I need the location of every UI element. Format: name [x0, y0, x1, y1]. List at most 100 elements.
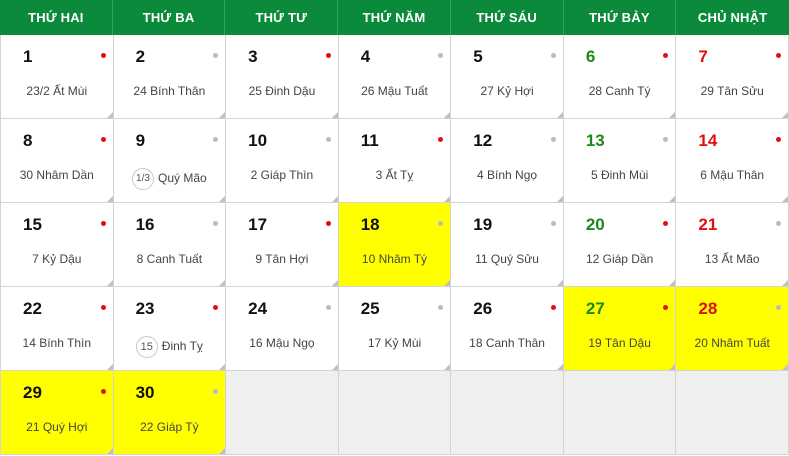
day-cell[interactable]: 13 5 Đinh Mùi	[563, 119, 677, 203]
day-dot-icon	[438, 53, 444, 58]
day-dot-icon	[775, 221, 781, 226]
day-cell[interactable]: 16 8 Canh Tuất	[113, 203, 227, 287]
lunar-date: 17 Kỷ Mùi	[339, 336, 451, 350]
day-cell[interactable]: 6 28 Canh Tý	[563, 35, 677, 119]
solar-date: 2	[135, 47, 146, 66]
good-day-dot-icon	[550, 305, 556, 310]
weekday-thursday: THỨ NĂM	[338, 0, 451, 35]
weekday-saturday: THỨ BẢY	[564, 0, 677, 35]
solar-date: 20	[585, 215, 605, 234]
good-day-dot-icon	[100, 305, 106, 310]
day-cell[interactable]: 3 25 Đinh Dậu	[226, 35, 339, 119]
solar-date: 7	[698, 47, 708, 66]
day-cell[interactable]: 24 16 Mậu Ngọ	[226, 287, 339, 371]
corner-fold-icon	[556, 364, 563, 370]
solar-date: 21	[698, 215, 718, 234]
solar-date: 24	[248, 299, 268, 318]
month-calendar: THỨ HAI THỨ BA THỨ TƯ THỨ NĂM THỨ SÁU TH…	[0, 0, 789, 456]
day-cell[interactable]: 17 9 Tân Hợi	[226, 203, 339, 287]
day-cell[interactable]: 26 18 Canh Thân	[451, 287, 564, 371]
day-cell[interactable]: 12 4 Bính Ngọ	[451, 119, 564, 203]
lunar-date-text: 7 Kỷ Dậu	[32, 252, 82, 266]
lunar-date-text: 4 Bính Ngọ	[477, 168, 538, 182]
lunar-date-text: 9 Tân Hợi	[255, 252, 309, 266]
lunar-date-text: 28 Canh Tý	[588, 84, 651, 98]
day-cell[interactable]: 9 1/3 Quý Mão	[113, 119, 227, 203]
solar-date: 5	[473, 47, 483, 66]
lunar-date-text: 3 Ất Tỵ	[375, 168, 414, 182]
day-cell[interactable]: 30 22 Giáp Tý	[113, 371, 227, 455]
solar-date: 30	[135, 383, 155, 402]
day-cell[interactable]: 14 6 Mậu Thân	[676, 119, 789, 203]
lunar-date-text: 13 Ất Mão	[704, 252, 760, 266]
lunar-date: 8 Canh Tuất	[114, 252, 226, 266]
day-cell[interactable]: 5 27 Kỷ Hợi	[451, 35, 564, 119]
lunar-date: 20 Nhâm Tuất	[676, 336, 788, 350]
day-dot-icon	[213, 137, 219, 142]
lunar-date: 28 Canh Tý	[564, 84, 676, 98]
lunar-date: 4 Bính Ngọ	[451, 168, 563, 182]
day-cell[interactable]: 2 24 Bính Thân	[113, 35, 227, 119]
corner-fold-icon	[444, 112, 451, 118]
day-cell[interactable]: 1 23/2 Ất Mùi	[1, 35, 114, 119]
day-cell[interactable]: 28 20 Nhâm Tuất	[676, 287, 789, 371]
corner-fold-icon	[219, 364, 226, 370]
solar-date: 4	[360, 47, 371, 66]
day-grid: 1 23/2 Ất Mùi 2 24 Bính Thân 3 25 Đinh Dậu 4 26…	[0, 35, 789, 455]
good-day-dot-icon	[775, 53, 781, 58]
good-day-dot-icon	[663, 221, 669, 226]
lunar-date-text: 22 Giáp Tý	[140, 420, 199, 434]
corner-fold-icon	[219, 196, 226, 202]
corner-fold-icon	[669, 196, 676, 202]
day-cell[interactable]: 22 14 Bính Thìn	[1, 287, 114, 371]
lunar-date-text: 6 Mậu Thân	[700, 168, 765, 182]
corner-fold-icon	[556, 112, 563, 118]
weekday-friday: THỨ SÁU	[451, 0, 564, 35]
good-day-dot-icon	[438, 137, 444, 142]
good-day-dot-icon	[100, 389, 106, 394]
lunar-month-start-badge: 15	[135, 336, 158, 358]
day-cell[interactable]: 15 7 Kỷ Dậu	[1, 203, 114, 287]
lunar-date: 9 Tân Hợi	[226, 252, 338, 266]
day-cell[interactable]: 18 10 Nhâm Tý	[338, 203, 452, 287]
empty-day-cell	[226, 371, 339, 455]
day-cell[interactable]: 29 21 Quý Hợi	[1, 371, 114, 455]
day-cell[interactable]: 8 30 Nhâm Dần	[1, 119, 114, 203]
lunar-date: 6 Mậu Thân	[676, 168, 788, 182]
lunar-date-text: Quý Mão	[158, 171, 207, 186]
day-cell[interactable]: 21 13 Ất Mão	[676, 203, 789, 287]
lunar-date-text: 2 Giáp Thìn	[250, 168, 314, 182]
lunar-date: 18 Canh Thân	[451, 336, 563, 350]
corner-fold-icon	[331, 280, 338, 286]
lunar-date-text: 19 Tân Dậu	[588, 336, 651, 350]
day-cell[interactable]: 23 15 Đinh Tỵ	[113, 287, 227, 371]
solar-date: 27	[585, 299, 605, 318]
day-cell[interactable]: 4 26 Mậu Tuất	[338, 35, 452, 119]
lunar-date-text: 24 Bính Thân	[133, 84, 206, 98]
lunar-date: 29 Tân Sửu	[676, 84, 788, 98]
solar-date: 22	[23, 299, 42, 318]
empty-day-cell	[563, 371, 677, 455]
corner-fold-icon	[331, 112, 338, 118]
corner-fold-icon	[219, 448, 226, 454]
day-cell[interactable]: 11 3 Ất Tỵ	[338, 119, 452, 203]
solar-date: 15	[23, 215, 42, 234]
day-cell[interactable]: 19 11 Quý Sửu	[451, 203, 564, 287]
day-cell[interactable]: 20 12 Giáp Dần	[563, 203, 677, 287]
day-dot-icon	[438, 305, 444, 310]
lunar-date: 1/3 Quý Mão	[114, 168, 226, 190]
corner-fold-icon	[106, 364, 113, 370]
day-cell[interactable]: 10 2 Giáp Thìn	[226, 119, 339, 203]
day-dot-icon	[438, 221, 444, 226]
day-dot-icon	[775, 305, 781, 310]
lunar-date-text: Đinh Tỵ	[161, 339, 203, 354]
lunar-date: 23/2 Ất Mùi	[1, 84, 113, 98]
good-day-dot-icon	[100, 53, 106, 58]
lunar-date-text: 27 Kỷ Hợi	[480, 84, 534, 98]
day-cell[interactable]: 25 17 Kỷ Mùi	[338, 287, 452, 371]
day-cell[interactable]: 27 19 Tân Dậu	[563, 287, 677, 371]
day-cell[interactable]: 7 29 Tân Sửu	[676, 35, 789, 119]
good-day-dot-icon	[663, 305, 669, 310]
lunar-date-text: 29 Tân Sửu	[700, 84, 764, 98]
empty-day-cell	[338, 371, 452, 455]
